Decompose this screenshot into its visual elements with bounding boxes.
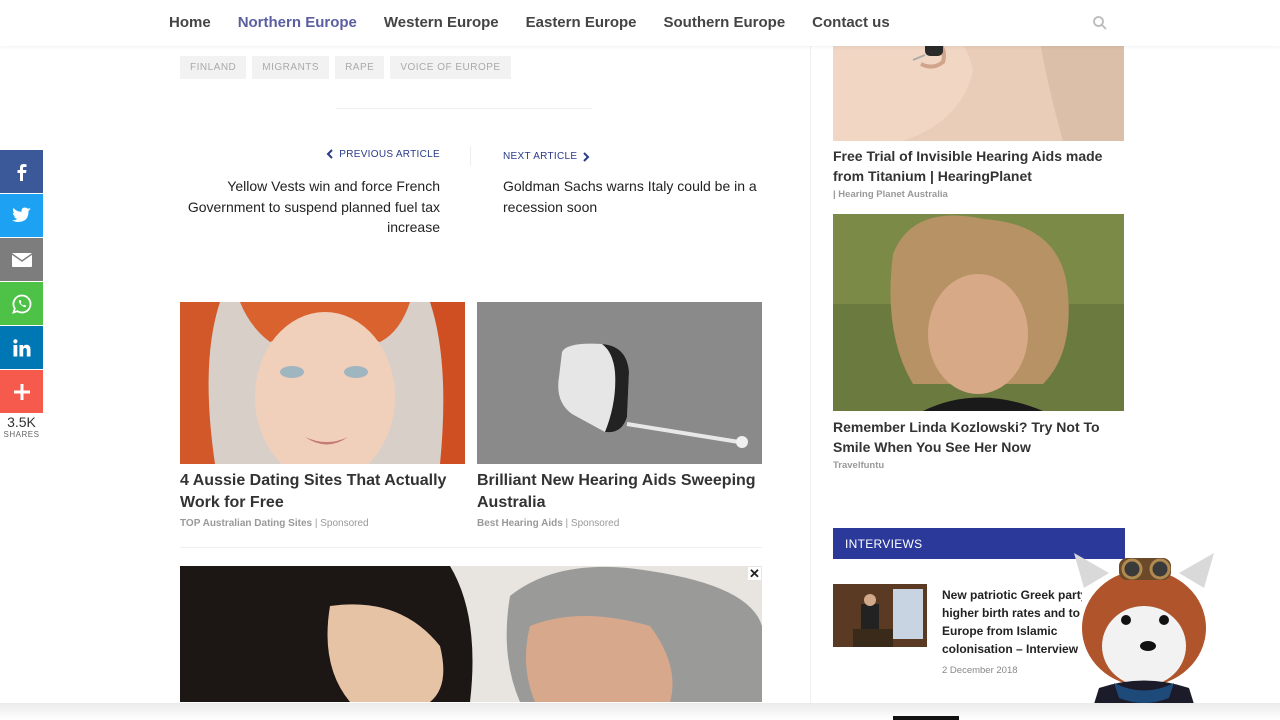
tag-migrants[interactable]: MIGRANTS [252, 56, 330, 79]
sponsored-source: Best Hearing Aids | Sponsored [477, 518, 620, 529]
sponsored-source: TOP Australian Dating Sites | Sponsored [180, 518, 369, 529]
plus-icon [13, 383, 30, 400]
source-name: TOP Australian Dating Sites [180, 518, 313, 529]
bottom-strip [0, 703, 1280, 720]
sponsored-card[interactable]: 4 Aussie Dating Sites That Actually Work… [180, 302, 465, 529]
twitter-icon [11, 207, 31, 222]
scroll-indicator [893, 716, 959, 720]
interview-title[interactable]: New patriotic Greek party higher birth r… [942, 586, 1082, 658]
close-ad-button[interactable]: ✕ [748, 567, 761, 580]
linkedin-icon [12, 338, 30, 356]
nav-links: Home Northern Europe Western Europe East… [169, 14, 890, 31]
sponsored-image[interactable] [477, 302, 762, 464]
ad-image[interactable] [180, 566, 762, 702]
nav-northern-europe[interactable]: Northern Europe [238, 14, 357, 31]
whatsapp-share-button[interactable] [0, 282, 43, 325]
tag-voice-of-europe[interactable]: VOICE OF EUROPE [390, 56, 511, 79]
sponsored-title[interactable]: Brilliant New Hearing Aids Sweeping Aust… [477, 470, 762, 513]
facebook-icon [17, 163, 26, 181]
sidebar-ad-source: | Hearing Planet Australia [833, 189, 948, 200]
nav-contact-us[interactable]: Contact us [812, 14, 890, 31]
sponsored-tag: Sponsored [320, 518, 369, 529]
tag-list: FINLAND MIGRANTS RAPE VOICE OF EUROPE [180, 56, 511, 79]
streamer-avatar [1064, 548, 1224, 720]
previous-article-title[interactable]: Yellow Vests win and force French Govern… [180, 176, 440, 238]
source-name: Best Hearing Aids [477, 518, 563, 529]
next-article-label[interactable]: NEXT ARTICLE [503, 151, 590, 162]
next-article-label-text: NEXT ARTICLE [503, 151, 578, 162]
previous-article-label[interactable]: PREVIOUS ARTICLE [326, 149, 440, 160]
interview-title-line: colonisation – Interview [942, 642, 1079, 656]
previous-article[interactable]: PREVIOUS ARTICLE Yellow Vests win and fo… [180, 146, 440, 238]
next-article[interactable]: NEXT ARTICLE Goldman Sachs warns Italy c… [503, 146, 763, 217]
more-share-button[interactable] [0, 370, 43, 413]
nav-western-europe[interactable]: Western Europe [384, 14, 499, 31]
column-divider [810, 46, 811, 720]
chevron-right-icon [583, 151, 590, 162]
social-share-bar [0, 150, 43, 414]
search-icon[interactable] [1092, 15, 1108, 31]
sidebar-ad-title[interactable]: Free Trial of Invisible Hearing Aids mad… [833, 146, 1124, 186]
twitter-share-button[interactable] [0, 194, 43, 237]
share-count-number: 3.5K [7, 414, 36, 430]
interview-date: 2 December 2018 [942, 665, 1018, 676]
divider [180, 547, 762, 548]
interview-title-line: Europe from Islamic [942, 624, 1058, 638]
previous-article-label-text: PREVIOUS ARTICLE [339, 148, 440, 160]
sidebar-ad-source: Travelfuntu [833, 460, 885, 471]
sponsored-tag: Sponsored [570, 518, 620, 529]
email-share-button[interactable] [0, 238, 43, 281]
interview-title-line: higher birth rates and to [942, 606, 1081, 620]
sponsored-image[interactable] [180, 302, 465, 464]
share-count-label: SHARES [3, 430, 40, 439]
email-icon [11, 252, 32, 267]
interview-thumbnail[interactable] [833, 584, 927, 647]
tag-rape[interactable]: RAPE [335, 56, 385, 79]
top-navigation: Home Northern Europe Western Europe East… [0, 0, 1280, 46]
sponsored-card[interactable]: Brilliant New Hearing Aids Sweeping Aust… [477, 302, 762, 529]
chevron-left-icon [326, 149, 333, 159]
tag-finland[interactable]: FINLAND [180, 56, 247, 79]
divider [336, 108, 592, 109]
interview-title-line: New patriotic Greek party [942, 588, 1082, 602]
nav-home[interactable]: Home [169, 14, 211, 31]
nav-eastern-europe[interactable]: Eastern Europe [526, 14, 637, 31]
sidebar-ad-title[interactable]: Remember Linda Kozlowski? Try Not To Smi… [833, 417, 1124, 457]
nav-southern-europe[interactable]: Southern Europe [664, 14, 786, 31]
next-article-title[interactable]: Goldman Sachs warns Italy could be in a … [503, 176, 763, 217]
whatsapp-icon [11, 294, 31, 314]
share-count: 3.5K SHARES [0, 414, 43, 439]
sponsored-title[interactable]: 4 Aussie Dating Sites That Actually Work… [180, 470, 465, 513]
vertical-divider [470, 146, 471, 166]
facebook-share-button[interactable] [0, 150, 43, 193]
sidebar-ad-image[interactable] [833, 214, 1124, 411]
linkedin-share-button[interactable] [0, 326, 43, 369]
